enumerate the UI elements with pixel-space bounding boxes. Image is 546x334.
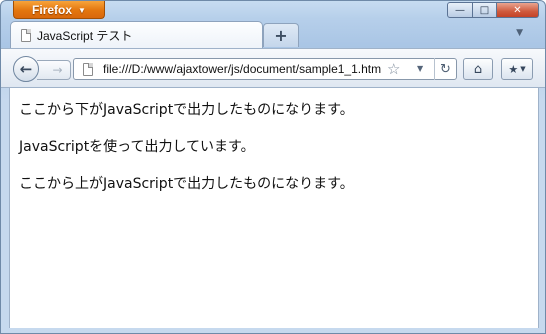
list-all-tabs-button[interactable]: ▼ [516,28,523,38]
navigation-toolbar: → ← file:///D:/www/ajaxtower/js/document… [1,48,545,88]
tab-active[interactable]: JavaScript テスト [10,21,263,48]
home-button[interactable]: ⌂ [463,58,493,80]
page-content: ここから下がJavaScriptで出力したものになります。 JavaScript… [9,88,539,328]
window-controls: — □ ✕ [447,2,539,18]
content-line: ここから上がJavaScriptで出力したものになります。 [19,176,354,192]
chevron-down-icon: ▼ [78,5,86,15]
chevron-down-icon: ▼ [520,65,526,73]
bookmarks-icon: ★ [508,62,519,76]
url-input[interactable]: file:///D:/www/ajaxtower/js/document/sam… [103,62,388,76]
firefox-menu-label: Firefox [32,2,73,17]
firefox-menu-button[interactable]: Firefox ▼ [13,1,105,19]
browser-window: Firefox ▼ — □ ✕ JavaScript テスト + ▼ → ← f… [0,0,546,334]
close-button[interactable]: ✕ [497,2,539,18]
content-line: ここから下がJavaScriptで出力したものになります。 [19,102,354,118]
back-button[interactable]: ← [13,56,39,82]
reload-button[interactable]: ↻ [434,58,456,80]
new-tab-button[interactable]: + [263,23,299,47]
minimize-button[interactable]: — [447,2,473,18]
bookmarks-button[interactable]: ★ ▼ [501,58,533,80]
page-icon [21,28,31,42]
back-arrow-icon: ← [19,60,33,78]
star-icon[interactable]: ☆ [387,60,400,78]
maximize-button[interactable]: □ [473,2,497,18]
forward-button[interactable]: → [37,60,71,80]
address-bar[interactable]: file:///D:/www/ajaxtower/js/document/sam… [73,58,457,80]
forward-arrow-icon: → [52,63,63,77]
content-line: JavaScriptを使って出力しています。 [19,139,255,155]
home-icon: ⌂ [473,61,483,77]
tab-title: JavaScript テスト [37,28,133,43]
site-identity-icon [83,63,93,76]
reload-icon: ↻ [440,61,451,77]
url-history-dropdown-icon[interactable]: ▼ [417,64,423,73]
